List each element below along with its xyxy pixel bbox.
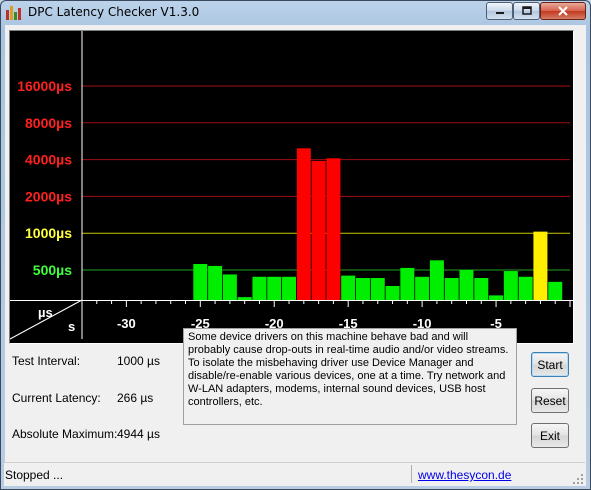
website-link[interactable]: www.thesycon.de <box>418 468 511 482</box>
maximize-button[interactable] <box>513 2 540 20</box>
y-tick-label: 2000µs <box>25 188 72 204</box>
bar-23 <box>533 231 548 300</box>
absolute-maximum-value: 4944 µs <box>117 427 160 441</box>
bar-5 <box>267 276 282 300</box>
y-tick-label: 500µs <box>33 262 72 278</box>
bar-12 <box>370 278 385 300</box>
bar-7 <box>296 148 311 300</box>
bar-11 <box>355 278 370 300</box>
close-button[interactable] <box>540 2 586 20</box>
absolute-maximum-label: Absolute Maximum: <box>12 427 118 441</box>
bar-22 <box>518 276 533 300</box>
bar-10 <box>341 275 356 300</box>
bar-3 <box>237 297 252 300</box>
info-message: Some device drivers on this machine beha… <box>183 328 517 425</box>
bar-18 <box>459 270 474 300</box>
bar-16 <box>429 260 444 300</box>
minimize-icon <box>495 12 504 14</box>
title-bar[interactable]: DPC Latency Checker V1.3.0 <box>1 1 590 25</box>
bar-15 <box>415 276 430 300</box>
bar-0 <box>193 263 208 300</box>
bar-24 <box>548 281 563 300</box>
reset-button[interactable]: Reset <box>531 388 569 413</box>
resize-grip-icon[interactable] <box>572 473 584 485</box>
bar-6 <box>282 276 297 300</box>
app-icon <box>6 4 22 20</box>
test-interval-label: Test Interval: <box>12 354 81 368</box>
y-tick-label: 8000µs <box>25 115 72 131</box>
latency-chart: 16000µs 8000µs 4000µs 2000µs 1000µs 500µs µss -… <box>10 31 573 343</box>
bar-13 <box>385 285 400 300</box>
bar-8 <box>311 160 326 300</box>
close-icon <box>558 6 568 16</box>
y-unit-label: µs <box>38 305 53 320</box>
y-tick-label: 4000µs <box>25 152 72 168</box>
bar-21 <box>503 271 518 300</box>
bar-20 <box>489 295 504 300</box>
bar-19 <box>474 278 489 300</box>
minimize-button[interactable] <box>486 2 513 20</box>
x-unit-label: s <box>68 319 75 334</box>
x-tick-label: -30 <box>117 316 136 331</box>
bar-9 <box>326 158 341 300</box>
window-title: DPC Latency Checker V1.3.0 <box>28 5 200 19</box>
bar-4 <box>252 276 267 300</box>
bar-14 <box>400 267 415 300</box>
status-bar-wrap: Stopped ... www.thesycon.de <box>4 462 585 486</box>
bar-2 <box>222 274 237 300</box>
maximize-icon <box>521 6 532 15</box>
test-interval-value: 1000 µs <box>117 354 160 368</box>
bar-1 <box>208 265 223 300</box>
exit-button[interactable]: Exit <box>531 423 569 448</box>
status-bar: Stopped ... www.thesycon.de <box>4 462 585 486</box>
status-separator <box>411 465 412 483</box>
current-latency-value: 266 µs <box>117 391 154 405</box>
y-tick-label: 1000µs <box>25 225 72 241</box>
current-latency-label: Current Latency: <box>12 391 101 405</box>
status-text: Stopped ... <box>5 468 64 482</box>
bar-17 <box>444 278 459 300</box>
start-button[interactable]: Start <box>531 352 569 377</box>
y-tick-label: 16000µs <box>17 78 72 94</box>
